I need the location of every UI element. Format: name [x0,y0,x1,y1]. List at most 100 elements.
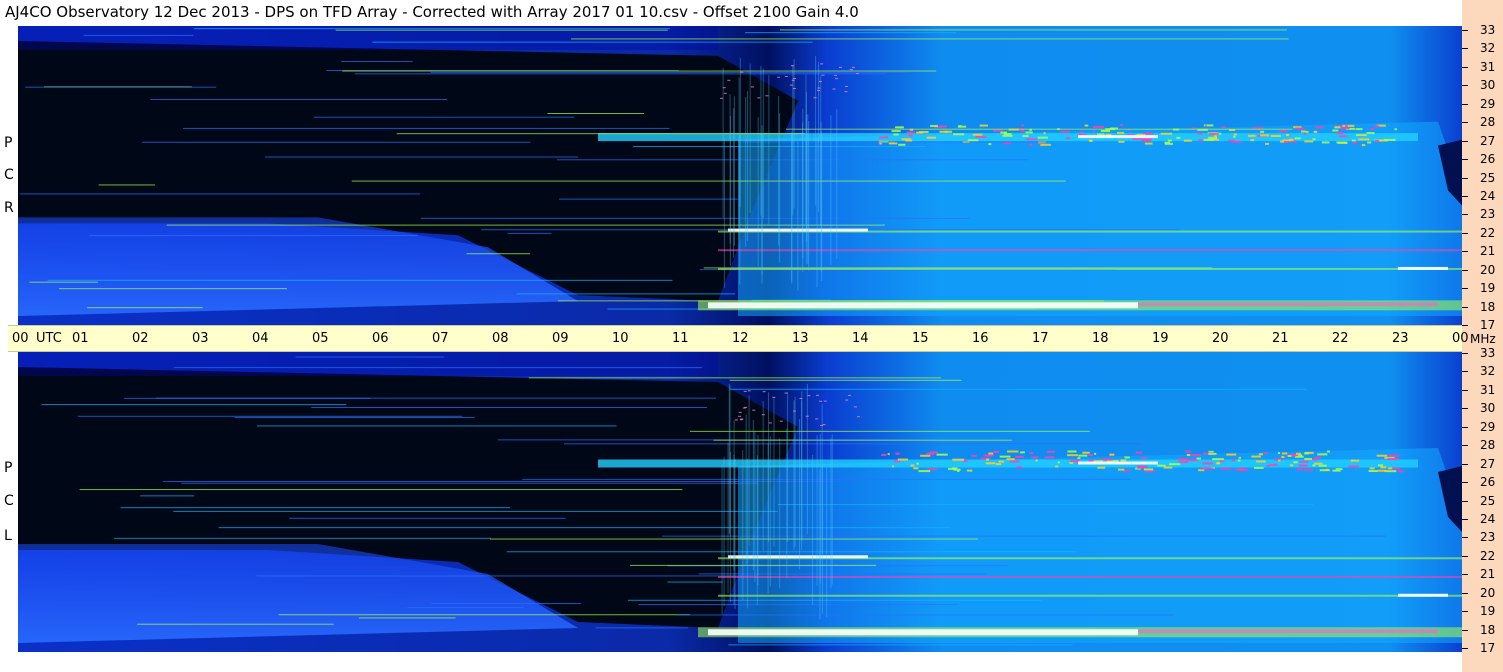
emission-speck [1361,144,1366,147]
emission-speck [1097,466,1106,469]
rfi-line [29,281,98,283]
rfi-line [289,517,566,519]
frequency-tick-label: 27 [1480,134,1496,148]
rfi-line [528,377,941,379]
utc-unit-label: UTC [36,331,62,346]
vertical-streak [746,91,748,241]
emission-speck [1025,131,1033,134]
rfi-line [41,404,347,406]
rfi-line [59,288,287,290]
emission-speck [1020,130,1025,133]
upper-band [18,26,718,50]
rfi-line [256,425,617,427]
rfi-line [420,217,970,219]
emission-speck [1233,133,1237,136]
vertical-streak [815,55,817,206]
rfi-dot [727,79,731,81]
vertical-streak [734,458,736,609]
frequency-tick [1462,464,1468,465]
rfi-dot [818,80,822,82]
vertical-streak [816,435,818,586]
emission-speck [1067,450,1077,453]
emission-speck [1384,470,1397,473]
emission-speck [1016,466,1022,469]
vertical-streak [812,455,814,606]
rfi-line [47,279,673,281]
emission-speck [1220,467,1232,470]
emission-speck [1160,132,1173,135]
rfi-line [407,607,524,609]
rfi-line [743,141,1046,143]
rfi-dot [820,424,824,426]
rfi-line [354,73,886,75]
emission-speck [1358,138,1370,141]
rfi-line [142,141,531,143]
emission-speck [1366,132,1375,135]
emission-speck [930,125,938,128]
panel-top-label-char: C [4,167,14,183]
emission-speck [1384,138,1396,141]
emission-speck [1298,464,1308,467]
rfi-dot [820,63,824,65]
emission-speck [1186,459,1199,462]
frequency-tick [1462,288,1468,289]
utc-tick-label: 12 [732,331,749,346]
frequency-tick-label: 25 [1480,171,1496,185]
emission-speck [1029,452,1034,455]
utc-tick-label: 05 [312,331,329,346]
vertical-streak [793,59,795,209]
emission-speck [1293,461,1298,464]
emission-speck [913,467,919,470]
frequency-tick [1462,556,1468,557]
frequency-tick [1462,648,1468,649]
emission-speck [1144,470,1155,473]
emission-speck [1289,464,1294,467]
rfi-line [372,41,813,43]
bottom-margin [0,652,1462,672]
rfi-line [351,180,1067,182]
emission-speck [936,453,948,456]
emission-speck [1055,465,1059,468]
rfi-line [150,98,448,100]
frequency-tick [1462,537,1468,538]
emission-speck [1196,457,1201,460]
rfi-line [311,407,707,409]
emission-speck [878,136,889,139]
emission-speck [967,139,979,142]
frequency-tick [1462,445,1468,446]
emission-speck [908,134,913,137]
rfi-dot [734,419,738,421]
emission-speck [1321,141,1330,144]
emission-speck [1120,124,1124,127]
emission-speck [1350,459,1360,462]
rfi-dot [821,74,825,76]
rfi-dot [744,406,748,408]
rfi-dot [835,78,839,80]
rfi-dot [853,406,857,408]
vertical-streak [742,449,744,600]
rfi-line [193,28,670,30]
frequency-tick-label: 22 [1480,226,1496,240]
emission-speck [1238,468,1249,471]
vertical-streak [808,121,810,271]
rfi-dot [784,392,788,394]
emission-speck [1378,464,1384,467]
frequency-tick-label: 21 [1480,567,1496,581]
emission-speck [1029,144,1033,147]
daytime-emission-region [738,121,1462,317]
emission-speck [1269,463,1278,466]
frequency-tick-label: 29 [1480,420,1496,434]
frequency-tick-label: 23 [1480,207,1496,221]
emission-speck [1348,465,1360,468]
rfi-dot [740,418,744,420]
emission-speck [1304,452,1310,455]
emission-speck [895,452,900,455]
emission-speck [1332,129,1339,132]
vertical-streak [722,67,724,218]
rfi-line [166,224,886,226]
rfi-line [295,356,445,358]
vertical-streak [728,383,730,534]
emission-speck [999,455,1011,458]
rfi-line [183,127,670,129]
frequency-tick-label: 32 [1480,364,1496,378]
